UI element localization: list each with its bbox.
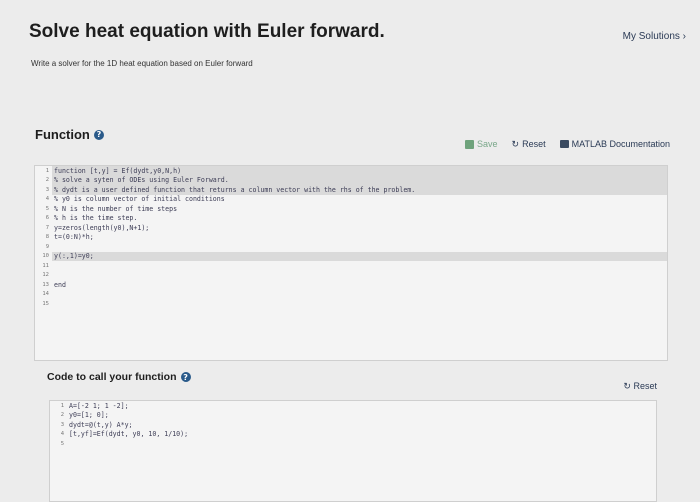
line-number: 3: [45, 186, 49, 193]
reset-label: Reset: [522, 139, 546, 149]
help-circle-icon[interactable]: ?: [180, 372, 191, 382]
code-line[interactable]: 5% N is the number of time steps: [35, 204, 667, 214]
code-line[interactable]: 4 [t,yf]=Ef(dydt, y0, 10, 1/10);: [50, 430, 656, 440]
code-line[interactable]: 5: [50, 439, 656, 449]
code-text[interactable]: y(:,1)=y0;: [52, 251, 667, 261]
line-number: 11: [42, 262, 49, 269]
line-number: 12: [42, 272, 49, 279]
call-reset-button[interactable]: ↻ Reset: [623, 381, 657, 392]
line-number: 5: [45, 205, 49, 212]
code-text[interactable]: t=(0:N)*h;: [52, 233, 667, 243]
problem-description: Write a solver for the 1D heat equation …: [31, 59, 253, 68]
code-line[interactable]: 10 y(:,1)=y0;: [35, 251, 667, 261]
save-button[interactable]: Save: [465, 139, 498, 149]
code-text[interactable]: y=zeros(length(y0),N+1);: [52, 223, 667, 233]
line-number: 1: [45, 167, 49, 174]
code-line[interactable]: 2 y0=[1; 0];: [50, 411, 656, 421]
book-icon: [559, 140, 569, 148]
line-number: 7: [45, 224, 49, 231]
reset-icon: ↻: [511, 138, 520, 149]
line-number: 13: [42, 281, 49, 288]
code-line[interactable]: 2% solve a syten of ODEs using Euler For…: [35, 175, 667, 185]
save-icon: [465, 139, 475, 149]
line-number: 14: [42, 291, 49, 298]
save-label: Save: [477, 139, 498, 149]
code-line[interactable]: 7 y=zeros(length(y0),N+1);: [35, 223, 667, 233]
matlab-documentation-button[interactable]: MATLAB Documentation: [559, 139, 670, 149]
page-title: Solve heat equation with Euler forward.: [29, 21, 385, 42]
code-text[interactable]: [52, 299, 667, 309]
code-line[interactable]: 13 end: [35, 280, 667, 290]
line-number: 8: [45, 234, 49, 241]
code-text[interactable]: [67, 439, 656, 449]
code-line[interactable]: 1 A=[-2 1; 1 -2];: [50, 401, 656, 411]
line-number: 6: [45, 215, 49, 222]
my-solutions-link[interactable]: My Solutions ›: [623, 31, 686, 42]
code-text[interactable]: [52, 271, 667, 281]
line-number: 5: [60, 440, 64, 447]
code-line[interactable]: 15: [35, 299, 667, 309]
help-circle-icon[interactable]: ?: [93, 129, 104, 140]
code-text[interactable]: % h is the time step.: [52, 214, 667, 224]
reset-icon: ↻: [623, 381, 631, 391]
function-toolbar: Save ↻ Reset MATLAB Documentation: [465, 139, 670, 149]
code-line[interactable]: 14: [35, 290, 667, 300]
code-text[interactable]: % solve a syten of ODEs using Euler Forw…: [52, 175, 667, 185]
line-number: 3: [60, 421, 64, 428]
code-text[interactable]: % N is the number of time steps: [52, 204, 667, 214]
function-heading: Function ?: [35, 127, 104, 142]
code-line[interactable]: 9: [35, 242, 667, 252]
code-line[interactable]: 3% dydt is a user defined function that …: [35, 185, 667, 195]
code-line[interactable]: 3 dydt=@(t,y) A*y;: [50, 420, 656, 430]
doc-label: MATLAB Documentation: [571, 139, 670, 149]
line-number: 10: [42, 253, 49, 260]
line-number: 15: [42, 300, 49, 307]
code-text[interactable]: A=[-2 1; 1 -2];: [67, 401, 656, 411]
call-code-heading-label: Code to call your function: [47, 371, 177, 383]
function-heading-label: Function: [35, 127, 90, 142]
code-text[interactable]: [52, 261, 667, 271]
line-number: 4: [45, 196, 49, 203]
code-line[interactable]: 12: [35, 271, 667, 281]
line-number: 2: [60, 412, 64, 419]
code-line[interactable]: 8 t=(0:N)*h;: [35, 233, 667, 243]
code-text[interactable]: end: [52, 280, 667, 290]
line-number: 9: [45, 243, 49, 250]
code-text[interactable]: [52, 242, 667, 252]
code-text[interactable]: % y0 is column vector of initial conditi…: [52, 195, 667, 205]
function-code-editor[interactable]: 1 function [t,y] = Ef(dydt,y0,N,h) 2% solv…: [34, 165, 668, 361]
line-number: 4: [60, 431, 64, 438]
code-text[interactable]: dydt=@(t,y) A*y;: [67, 420, 656, 430]
line-number: 1: [60, 402, 64, 409]
call-reset-label: Reset: [633, 381, 657, 391]
code-line[interactable]: 1 function [t,y] = Ef(dydt,y0,N,h): [35, 166, 667, 176]
code-text[interactable]: [52, 290, 667, 300]
code-text[interactable]: % dydt is a user defined function that r…: [52, 185, 667, 195]
call-code-heading: Code to call your function ?: [47, 371, 191, 383]
code-text[interactable]: [t,yf]=Ef(dydt, y0, 10, 1/10);: [67, 430, 656, 440]
code-text[interactable]: function [t,y] = Ef(dydt,y0,N,h): [52, 166, 667, 176]
code-line[interactable]: 6% h is the time step.: [35, 214, 667, 224]
code-text[interactable]: y0=[1; 0];: [67, 411, 656, 421]
code-line[interactable]: 4% y0 is column vector of initial condit…: [35, 195, 667, 205]
line-number: 2: [45, 177, 49, 184]
code-line[interactable]: 11: [35, 261, 667, 271]
reset-button[interactable]: ↻ Reset: [512, 139, 546, 149]
call-code-editor[interactable]: 1 A=[-2 1; 1 -2]; 2 y0=[1; 0]; 3 dydt=@(t,y) …: [49, 400, 657, 502]
